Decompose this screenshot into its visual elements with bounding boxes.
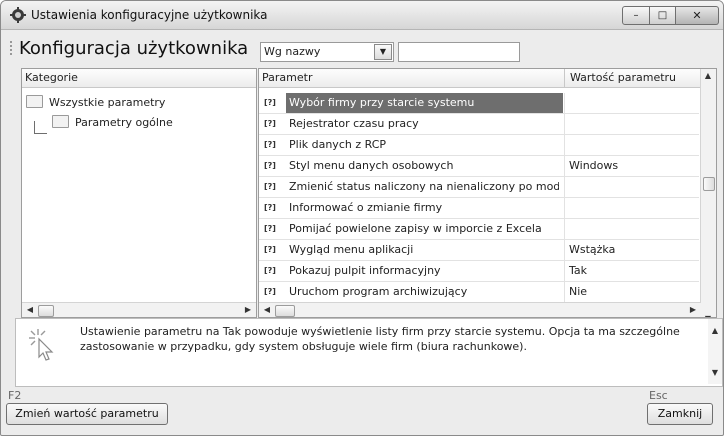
parameter-name: Styl menu danych osobowych — [289, 159, 454, 172]
parameter-name: Pomijać powielone zapisy w imporcie z Ex… — [289, 222, 542, 235]
scroll-thumb[interactable] — [703, 177, 715, 191]
parameters-horizontal-scrollbar[interactable]: ◀ ▶ — [259, 302, 701, 317]
scroll-down-icon[interactable]: ▼ — [709, 367, 721, 379]
scroll-up-icon[interactable]: ▲ — [709, 325, 721, 337]
categories-header[interactable]: Kategorie — [22, 69, 256, 88]
parameter-name: Uruchom program archiwizujący — [289, 285, 468, 298]
scroll-left-icon[interactable]: ◀ — [24, 304, 36, 316]
table-row[interactable]: [?] Plik danych z RCP — [259, 135, 699, 156]
parameters-vertical-scrollbar[interactable]: ▲ ▼ — [700, 69, 716, 317]
column-header-value[interactable]: Wartość parametru — [564, 69, 676, 87]
parameter-value[interactable]: Nie — [564, 282, 701, 302]
categories-panel: Kategorie Wszystkie parametry Parametry … — [21, 68, 257, 318]
scroll-up-icon[interactable]: ▲ — [702, 70, 714, 82]
parameter-icon: [?] — [264, 140, 276, 149]
folder-icon — [26, 95, 43, 108]
parameter-icon: [?] — [264, 245, 276, 254]
scroll-left-icon[interactable]: ◀ — [261, 304, 273, 316]
table-row[interactable]: [?] Pomijać powielone zapisy w imporcie … — [259, 219, 699, 240]
tree-item-label: Wszystkie parametry — [49, 96, 166, 109]
parameter-name: Informować o zmianie firmy — [289, 201, 443, 214]
filter-select[interactable]: Wg nazwy ▼ — [260, 42, 394, 62]
change-value-button[interactable]: Zmień wartość parametru — [6, 403, 168, 425]
minimize-button[interactable]: – — [622, 6, 650, 25]
window-controls: – □ ✕ — [622, 6, 719, 25]
scroll-right-icon[interactable]: ▶ — [687, 304, 699, 316]
table-row[interactable]: [?] Rejestrator czasu pracy — [259, 114, 699, 135]
scroll-thumb[interactable] — [38, 305, 54, 317]
parameter-name: Pokazuj pulpit informacyjny — [289, 264, 441, 277]
page-heading: Konfiguracja użytkownika — [19, 38, 249, 59]
parameter-value[interactable] — [564, 135, 701, 155]
settings-window: Ustawienia konfiguracyjne użytkownika – … — [0, 0, 724, 436]
parameter-value[interactable] — [564, 198, 701, 218]
tree-item-all-parameters[interactable]: Wszystkie parametry — [26, 93, 165, 113]
parameter-name: Wygląd menu aplikacji — [289, 243, 414, 256]
title-bar[interactable]: Ustawienia konfiguracyjne użytkownika – … — [1, 1, 723, 30]
tree-connector — [34, 121, 47, 134]
parameter-icon: [?] — [264, 287, 276, 296]
parameter-value[interactable]: Tak — [564, 261, 701, 281]
search-input[interactable] — [398, 42, 520, 62]
parameter-name: Zmienić status naliczony na nienaliczony… — [289, 180, 559, 193]
parameter-value[interactable] — [564, 114, 701, 134]
table-row[interactable]: [?] Wybór firmy przy starcie systemu — [259, 93, 699, 114]
table-row[interactable]: [?] Styl menu danych osobowych Windows — [259, 156, 699, 177]
scroll-right-icon[interactable]: ▶ — [242, 304, 254, 316]
parameter-icon: [?] — [264, 224, 276, 233]
parameter-value[interactable]: Windows — [564, 156, 701, 176]
table-row[interactable]: [?] Zmienić status naliczony na nienalic… — [259, 177, 699, 198]
parameter-value[interactable]: Wstążka — [564, 240, 701, 260]
folder-icon — [52, 115, 69, 128]
scroll-thumb[interactable] — [275, 305, 295, 317]
cursor-click-icon — [29, 329, 54, 361]
filter-select-value: Wg nazwy — [264, 45, 321, 58]
close-button[interactable]: ✕ — [676, 6, 719, 25]
table-row[interactable]: [?] Uruchom program archiwizujący Nie — [259, 282, 699, 303]
parameter-value[interactable] — [564, 219, 701, 239]
column-header-parameter[interactable]: Parametr — [259, 69, 312, 87]
parameter-value[interactable] — [564, 93, 701, 113]
parameter-icon: [?] — [264, 266, 276, 275]
table-row[interactable]: [?] Pokazuj pulpit informacyjny Tak — [259, 261, 699, 282]
table-row[interactable]: [?] Wygląd menu aplikacji Wstążka — [259, 240, 699, 261]
description-text: Ustawienie parametru na Tak powoduje wyś… — [80, 325, 680, 353]
parameter-name: Plik danych z RCP — [289, 138, 387, 151]
description-scrollbar[interactable]: ▲ ▼ — [708, 319, 722, 384]
toolbar-grip-icon[interactable] — [10, 41, 14, 55]
parameter-icon: [?] — [264, 203, 276, 212]
parameter-value[interactable] — [564, 177, 701, 197]
parameter-icon: [?] — [264, 182, 276, 191]
shortcut-key-esc: Esc — [649, 389, 668, 402]
parameters-header: Parametr Wartość parametru — [259, 69, 701, 88]
parameters-panel: Parametr Wartość parametru [?] Wybór fir… — [258, 68, 717, 318]
parameter-name: Wybór firmy przy starcie systemu — [286, 93, 563, 113]
parameter-icon: [?] — [264, 161, 276, 170]
close-dialog-button[interactable]: Zamknij — [647, 403, 713, 425]
categories-horizontal-scrollbar[interactable]: ◀ ▶ — [22, 302, 256, 317]
table-row[interactable]: [?] Informować o zmianie firmy — [259, 198, 699, 219]
description-panel: Ustawienie parametru na Tak powoduje wyś… — [15, 318, 723, 387]
window-title: Ustawienia konfiguracyjne użytkownika — [31, 8, 268, 22]
toolbar: Konfiguracja użytkownika Wg nazwy ▼ — [1, 30, 723, 66]
tree-item-general-parameters[interactable]: Parametry ogólne — [52, 113, 173, 133]
categories-header-label: Kategorie — [25, 71, 78, 84]
maximize-button[interactable]: □ — [650, 6, 676, 25]
parameter-icon: [?] — [264, 98, 276, 107]
shortcut-key-f2: F2 — [8, 389, 22, 402]
chevron-down-icon[interactable]: ▼ — [374, 44, 392, 60]
parameter-name: Rejestrator czasu pracy — [289, 117, 419, 130]
parameter-icon: [?] — [264, 119, 276, 128]
app-gear-icon — [10, 7, 26, 23]
tree-item-label: Parametry ogólne — [75, 116, 173, 129]
